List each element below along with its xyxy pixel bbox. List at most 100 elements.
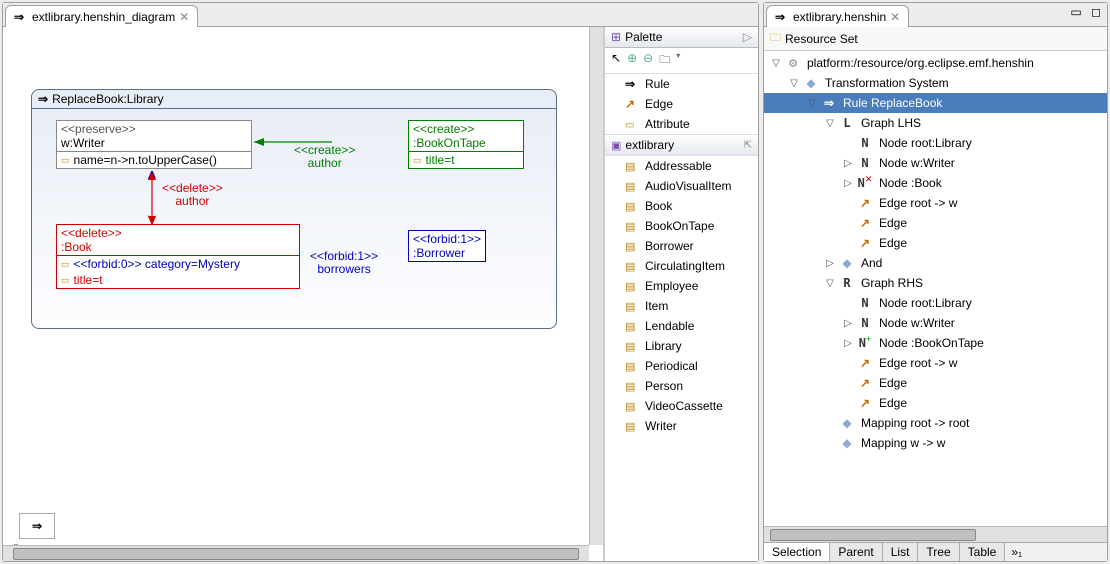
palette-class-person[interactable]: Person bbox=[605, 376, 758, 396]
tree-twisty-icon[interactable]: ▽ bbox=[824, 118, 836, 129]
attr-name: name=n->n.toUpperCase() bbox=[74, 153, 217, 167]
palette-class-lendable[interactable]: Lendable bbox=[605, 316, 758, 336]
bottom-tab-parent[interactable]: Parent bbox=[830, 543, 882, 561]
stereo-preserve: <<preserve>> bbox=[61, 122, 247, 136]
minimize-icon[interactable]: ▭ bbox=[1069, 5, 1083, 19]
rule-container[interactable]: ReplaceBook:Library <<preserve>> w:Write… bbox=[31, 89, 557, 329]
palette-class-library[interactable]: Library bbox=[605, 336, 758, 356]
tree-row[interactable]: Edge bbox=[764, 233, 1107, 253]
tree-twisty-icon[interactable]: ▽ bbox=[824, 278, 836, 289]
palette-class-label: Periodical bbox=[645, 359, 698, 373]
node-writer[interactable]: <<preserve>> w:Writer name=n->n.toUpperC… bbox=[56, 120, 252, 169]
tree-row[interactable]: Edge bbox=[764, 213, 1107, 233]
tree-twisty-icon[interactable]: ▷ bbox=[842, 178, 854, 189]
palette-class-audiovisualitem[interactable]: AudioVisualItem bbox=[605, 176, 758, 196]
model-tree[interactable]: ▽ platform:/resource/org.eclipse.emf.hens… bbox=[764, 51, 1107, 526]
palette-class-label: Person bbox=[645, 379, 683, 393]
bottom-tab-selection[interactable]: Selection bbox=[764, 543, 830, 561]
palette-class-item[interactable]: Item bbox=[605, 296, 758, 316]
palette-class-employee[interactable]: Employee bbox=[605, 276, 758, 296]
bottom-tabs-overflow[interactable]: »₁ bbox=[1005, 543, 1028, 561]
tree-row[interactable]: Edge root -> w bbox=[764, 353, 1107, 373]
diagram-canvas[interactable]: ReplaceBook:Library <<preserve>> w:Write… bbox=[3, 27, 603, 561]
tree-horizontal-scrollbar[interactable] bbox=[764, 526, 1107, 542]
tree-label: Edge bbox=[876, 235, 910, 251]
pin-icon[interactable]: ⇱ bbox=[744, 140, 752, 151]
class-icon bbox=[625, 339, 639, 353]
node-bookontape[interactable]: <<create>> :BookOnTape title=t bbox=[408, 120, 524, 169]
palette-collapse-icon[interactable]: ▷ bbox=[743, 30, 752, 44]
palette-class-bookontape[interactable]: BookOnTape bbox=[605, 216, 758, 236]
tree-twisty-icon[interactable]: ▷ bbox=[842, 318, 854, 329]
select-tool-icon[interactable]: ↖ bbox=[611, 51, 621, 70]
tab-close-icon[interactable]: ✕ bbox=[890, 10, 900, 24]
palette-class-writer[interactable]: Writer bbox=[605, 416, 758, 436]
palette-class-borrower[interactable]: Borrower bbox=[605, 236, 758, 256]
tree-twisty-icon[interactable]: ▽ bbox=[806, 98, 818, 109]
tree-row[interactable]: ▽Rule ReplaceBook bbox=[764, 93, 1107, 113]
tree-row[interactable]: ▽ platform:/resource/org.eclipse.emf.hens… bbox=[764, 53, 1107, 73]
palette-class-circulatingitem[interactable]: CirculatingItem bbox=[605, 256, 758, 276]
palette-title: Palette bbox=[625, 30, 662, 44]
class-icon bbox=[625, 219, 639, 233]
tree-twisty-icon[interactable]: ▽ bbox=[788, 78, 800, 89]
tab-close-icon[interactable]: ✕ bbox=[179, 10, 189, 24]
tree-row[interactable]: ▽Transformation System bbox=[764, 73, 1107, 93]
class-icon bbox=[625, 319, 639, 333]
node-book[interactable]: <<delete>> :Book <<forbid:0>> category=M… bbox=[56, 224, 300, 289]
palette-class-label: Borrower bbox=[645, 239, 694, 253]
tree-row[interactable]: NNode root:Library bbox=[764, 133, 1107, 153]
node-borrower[interactable]: <<forbid:1>> :Borrower bbox=[408, 230, 486, 262]
palette-class-videocassette[interactable]: VideoCassette bbox=[605, 396, 758, 416]
tree-row[interactable]: ▷And bbox=[764, 253, 1107, 273]
palette-tool-attribute[interactable]: Attribute bbox=[605, 114, 758, 134]
tree-row[interactable]: ▷NNode w:Writer bbox=[764, 313, 1107, 333]
zoom-out-icon[interactable]: ⊖ bbox=[643, 51, 653, 70]
palette-tool-edge[interactable]: Edge bbox=[605, 94, 758, 114]
folder-tool-icon[interactable] bbox=[659, 51, 670, 70]
horizontal-scrollbar[interactable] bbox=[3, 545, 589, 561]
tree-row[interactable]: Edge bbox=[764, 393, 1107, 413]
vertical-scrollbar[interactable] bbox=[589, 27, 603, 545]
palette-class-book[interactable]: Book bbox=[605, 196, 758, 216]
attr-title: title=t bbox=[426, 153, 455, 167]
tree-row[interactable]: Edge root -> w bbox=[764, 193, 1107, 213]
editor-tabbar: extlibrary.henshin_diagram ✕ bbox=[3, 3, 758, 27]
diagram-thumbnail[interactable] bbox=[19, 513, 55, 539]
tree-row[interactable]: Mapping w -> w bbox=[764, 433, 1107, 453]
maximize-icon[interactable]: ◻ bbox=[1089, 5, 1103, 19]
tree-row[interactable]: NNode root:Library bbox=[764, 293, 1107, 313]
tree-row[interactable]: ▽LGraph LHS bbox=[764, 113, 1107, 133]
class-icon bbox=[625, 179, 639, 193]
tree-row[interactable]: ▽RGraph RHS bbox=[764, 273, 1107, 293]
bottom-tab-tree[interactable]: Tree bbox=[918, 543, 959, 561]
tree-label: Node root:Library bbox=[876, 295, 975, 311]
tab-diagram[interactable]: extlibrary.henshin_diagram ✕ bbox=[5, 5, 198, 27]
zoom-in-icon[interactable]: ⊕ bbox=[627, 51, 637, 70]
tree-row[interactable]: Mapping root -> root bbox=[764, 413, 1107, 433]
henshin-file-icon bbox=[14, 10, 28, 24]
tab-henshin[interactable]: extlibrary.henshin ✕ bbox=[766, 5, 909, 27]
tab-label: extlibrary.henshin_diagram bbox=[32, 10, 175, 24]
tree-label: Edge root -> w bbox=[876, 355, 960, 371]
palette-icon: ⊞ bbox=[611, 30, 621, 44]
tree-twisty-icon[interactable]: ▷ bbox=[842, 158, 854, 169]
tree-label: Edge bbox=[876, 395, 910, 411]
tree-twisty-icon[interactable]: ▷ bbox=[842, 338, 854, 349]
resource-set-label: Resource Set bbox=[785, 32, 858, 46]
bottom-tab-list[interactable]: List bbox=[883, 543, 919, 561]
tree-row[interactable]: Edge bbox=[764, 373, 1107, 393]
tree-row[interactable]: ▷N+Node :BookOnTape bbox=[764, 333, 1107, 353]
palette-tool-rule[interactable]: Rule bbox=[605, 74, 758, 94]
palette-class-addressable[interactable]: Addressable bbox=[605, 156, 758, 176]
class-icon bbox=[625, 159, 639, 173]
tree-row[interactable]: ▷N✕Node :Book bbox=[764, 173, 1107, 193]
dropdown-icon[interactable]: ▾ bbox=[676, 51, 680, 70]
bottom-tab-table[interactable]: Table bbox=[960, 543, 1006, 561]
tree-row[interactable]: ▷NNode w:Writer bbox=[764, 153, 1107, 173]
tree-twisty-icon[interactable]: ▽ bbox=[770, 58, 782, 69]
palette-class-periodical[interactable]: Periodical bbox=[605, 356, 758, 376]
tree-label: platform:/resource/org.eclipse.emf.hensh… bbox=[804, 55, 1037, 71]
tree-twisty-icon[interactable]: ▷ bbox=[824, 258, 836, 269]
class-icon bbox=[625, 379, 639, 393]
